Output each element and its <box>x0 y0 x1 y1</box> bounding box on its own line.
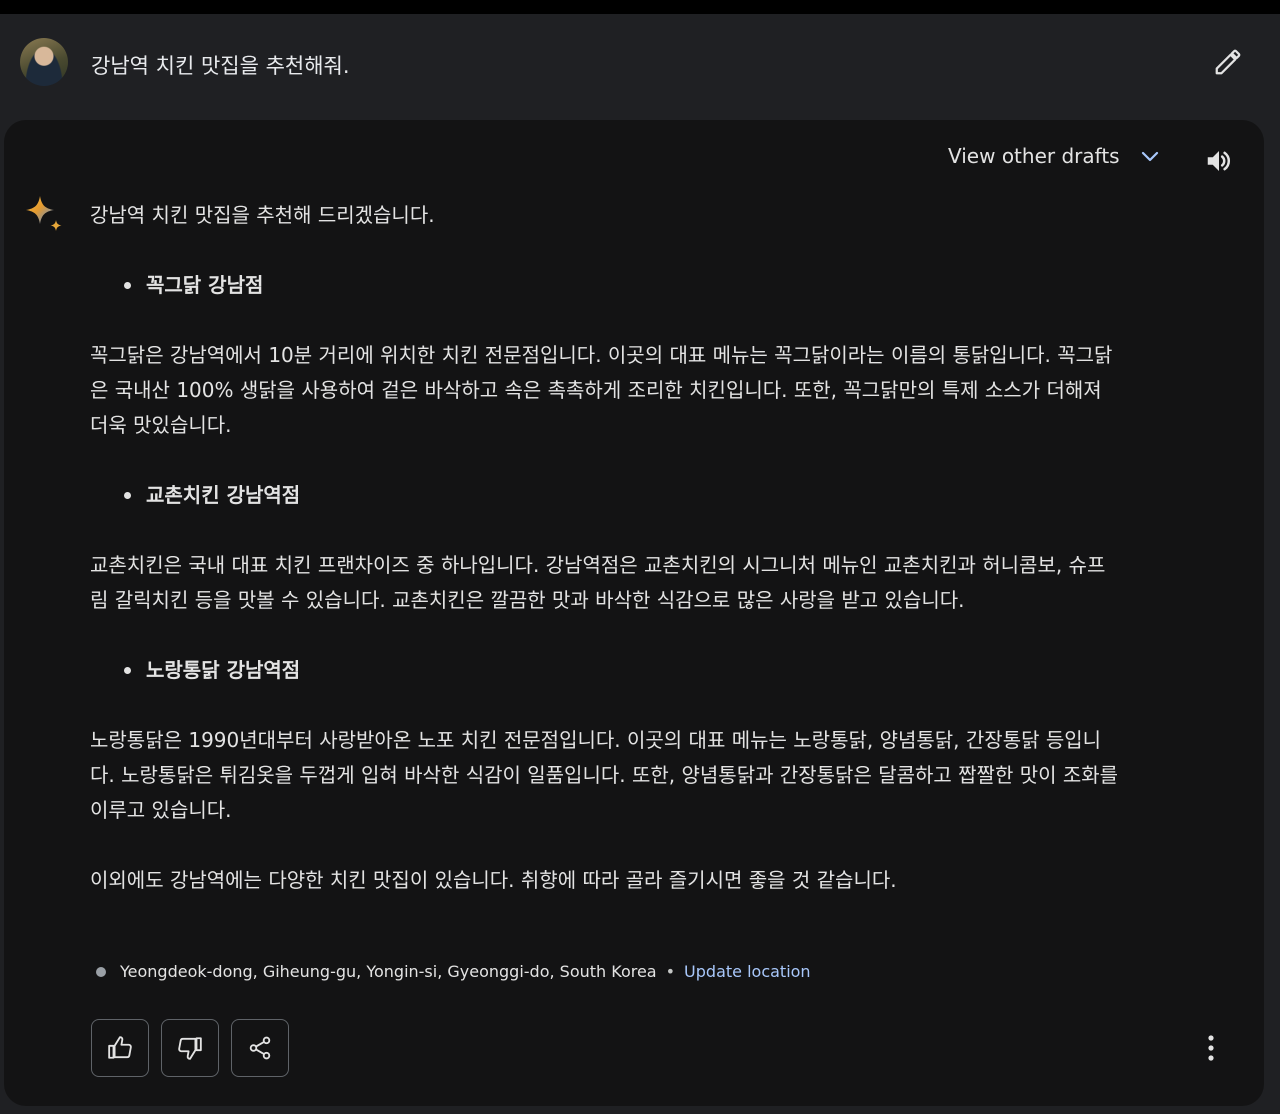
location-bar: Yeongdeok-dong, Giheung-gu, Yongin-si, G… <box>96 962 811 981</box>
response-outro: 이외에도 강남역에는 다양한 치킨 맛집이 있습니다. 취향에 따라 골라 즐기… <box>90 868 897 892</box>
location-dot-icon <box>96 966 106 977</box>
paragraph-line: 은 국내산 100% 생닭을 사용하여 겉은 바삭하고 속은 촉촉하게 조리한 … <box>90 378 1102 402</box>
update-location-link[interactable]: Update location <box>684 962 811 981</box>
speaker-icon <box>1207 151 1231 171</box>
list-item: 교촌치킨 강남역점 <box>122 478 1220 513</box>
thumbs-down-button[interactable] <box>161 1019 219 1077</box>
response-actions <box>91 1019 289 1077</box>
share-icon <box>249 1036 271 1060</box>
thumbs-down-icon <box>178 1037 202 1060</box>
view-other-drafts-button[interactable]: View other drafts <box>948 140 1162 172</box>
list-item: 노랑통닭 강남역점 <box>122 653 1220 688</box>
share-button[interactable] <box>231 1019 289 1077</box>
location-separator: • <box>665 962 676 981</box>
paragraph-line: 이루고 있습니다. <box>90 798 232 822</box>
read-aloud-button[interactable] <box>1202 144 1236 178</box>
chevron-down-icon <box>1141 151 1158 162</box>
more-options-button[interactable] <box>1196 1028 1226 1068</box>
bullet-dot <box>124 492 131 499</box>
bullet-dot <box>124 667 131 674</box>
paragraph-line: 교촌치킨은 국내 대표 치킨 프랜차이즈 중 하나입니다. 강남역점은 교촌치킨… <box>90 553 1106 577</box>
drafts-label: View other drafts <box>948 144 1120 168</box>
window-top-strip <box>0 0 1280 14</box>
paragraph-line: 다. 노랑통닭은 튀김옷을 두껍게 입혀 바삭한 식감이 일품입니다. 또한, … <box>90 763 1119 787</box>
response-content: 강남역 치킨 맛집을 추천해 드리겠습니다. 꼭그닭 강남점 꼭그닭은 강남역에… <box>90 198 1220 898</box>
restaurant-name: 교촌치킨 강남역점 <box>146 483 301 507</box>
more-vert-icon <box>1208 1035 1214 1061</box>
paragraph-line: 꼭그닭은 강남역에서 10분 거리에 위치한 치킨 전문점입니다. 이곳의 대표… <box>90 343 1113 367</box>
pencil-icon <box>1215 49 1241 75</box>
edit-prompt-button[interactable] <box>1210 44 1246 80</box>
prompt-text: 강남역 치킨 맛집을 추천해줘. <box>91 54 350 78</box>
paragraph-line: 림 갈릭치킨 등을 맛볼 수 있습니다. 교촌치킨은 깔끔한 맛과 바삭한 식감… <box>90 588 965 612</box>
location-text: Yeongdeok-dong, Giheung-gu, Yongin-si, G… <box>120 962 657 981</box>
user-avatar[interactable] <box>20 38 68 86</box>
response-intro: 강남역 치킨 맛집을 추천해 드리겠습니다. <box>90 203 435 227</box>
restaurant-name: 노랑통닭 강남역점 <box>146 658 301 682</box>
restaurant-name: 꼭그닭 강남점 <box>146 273 264 297</box>
paragraph-line: 노랑통닭은 1990년대부터 사랑받아온 노포 치킨 전문점입니다. 이곳의 대… <box>90 728 1102 752</box>
paragraph-line: 더욱 맛있습니다. <box>90 413 232 437</box>
list-item: 꼭그닭 강남점 <box>122 268 1220 303</box>
sparkle-icon <box>24 194 64 234</box>
thumbs-up-button[interactable] <box>91 1019 149 1077</box>
response-card: View other drafts 강남역 치킨 맛집을 추천해 드리겠습니다.… <box>4 120 1264 1106</box>
thumbs-up-icon <box>108 1036 132 1059</box>
bullet-dot <box>124 282 131 289</box>
user-prompt-row: 강남역 치킨 맛집을 추천해줘. <box>0 14 1280 114</box>
